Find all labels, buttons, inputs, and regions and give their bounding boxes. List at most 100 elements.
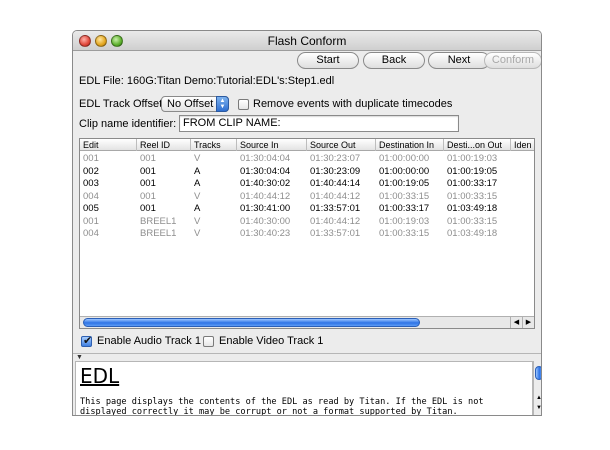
cell-reel-id: BREEL1	[140, 215, 177, 227]
minimize-window-icon[interactable]	[95, 35, 107, 47]
column-header-edit[interactable]: Edit	[80, 139, 137, 151]
cell-tracks: A	[194, 203, 201, 214]
cell-destination-out: 01:00:33:15	[447, 215, 498, 227]
conform-button[interactable]: Conform	[484, 52, 541, 69]
column-header-source-out[interactable]: Source Out	[307, 139, 376, 151]
scroll-right-arrow-icon[interactable]: ▶	[522, 317, 534, 328]
cell-destination-in: 01:00:33:17	[379, 203, 430, 214]
cell-tracks: A	[194, 178, 201, 189]
cell-edit: 001	[83, 153, 99, 164]
cell-edit: 004	[83, 190, 99, 202]
enable-video-label: Enable Video Track 1	[219, 335, 324, 347]
title-bar[interactable]: Flash Conform	[73, 31, 541, 51]
cell-destination-in: 01:00:33:15	[379, 190, 430, 202]
next-button[interactable]: Next	[428, 52, 490, 69]
cell-source-out: 01:40:44:14	[310, 178, 361, 189]
column-header-destination-out[interactable]: Desti...on Out	[444, 139, 511, 151]
cell-destination-out: 01:00:33:17	[447, 178, 498, 189]
cell-tracks: V	[194, 215, 201, 227]
back-button[interactable]: Back	[363, 52, 425, 69]
scroll-left-arrow-icon[interactable]: ◀	[510, 317, 522, 328]
cell-tracks: V	[194, 190, 201, 202]
cell-destination-in: 01:00:00:00	[379, 153, 430, 164]
pane-splitter[interactable]: ▼	[73, 353, 541, 361]
track-offset-label: EDL Track Offset	[79, 98, 163, 110]
cell-destination-out: 01:00:19:05	[447, 165, 498, 177]
enable-video-checkbox[interactable]	[203, 336, 214, 347]
cell-tracks: A	[194, 165, 201, 177]
vertical-scroll-thumb[interactable]	[535, 366, 541, 380]
table-row[interactable]: 003 001 A 01:40:30:02 01:40:44:14 01:00:19:05…	[80, 178, 534, 190]
column-header-destination-in[interactable]: Destination In	[376, 139, 444, 151]
cell-edit: 003	[83, 178, 99, 189]
track-offset-value: No Offset	[167, 98, 214, 110]
table-row[interactable]: 004 001 V 01:40:44:12 01:40:44:12 01:00:33:15…	[80, 191, 534, 203]
cell-reel-id: 001	[140, 190, 156, 202]
enable-audio-label: Enable Audio Track 1	[97, 335, 201, 347]
edl-file-label: EDL File:	[79, 75, 124, 87]
help-text: This page displays the contents of the E…	[80, 397, 484, 416]
help-vertical-scrollbar[interactable]: ▲ ▼	[533, 361, 541, 415]
cell-source-in: 01:40:30:00	[240, 215, 291, 227]
help-pane: EDL This page displays the contents of t…	[75, 361, 533, 416]
cell-edit: 005	[83, 203, 99, 214]
scroll-up-arrow-icon[interactable]: ▲	[534, 395, 541, 401]
help-title: EDL	[80, 364, 120, 388]
cell-source-in: 01:30:41:00	[240, 203, 291, 214]
column-header-reel-id[interactable]: Reel ID	[137, 139, 191, 151]
column-header-tracks[interactable]: Tracks	[191, 139, 237, 151]
track-offset-popup[interactable]: No Offset ▲ ▼	[161, 96, 229, 112]
cell-source-in: 01:30:40:23	[240, 228, 291, 239]
cell-destination-out: 01:00:33:15	[447, 190, 498, 202]
cell-reel-id: BREEL1	[140, 228, 177, 239]
disclosure-triangle-icon[interactable]: ▼	[76, 354, 83, 361]
cell-source-out: 01:30:23:09	[310, 165, 361, 177]
enable-audio-checkbox[interactable]: ✔	[81, 335, 93, 347]
cell-destination-in: 01:00:00:00	[379, 165, 430, 177]
cell-reel-id: 001	[140, 153, 156, 164]
table-row[interactable]: 001 001 V 01:30:04:04 01:30:23:07 01:00:00:00…	[80, 153, 534, 165]
cell-source-in: 01:40:44:12	[240, 190, 291, 202]
cell-source-out: 01:40:44:12	[310, 190, 361, 202]
horizontal-scroll-thumb[interactable]	[83, 318, 420, 327]
scroll-down-arrow-icon[interactable]: ▼	[534, 405, 541, 411]
cell-tracks: V	[194, 228, 201, 239]
cell-source-out: 01:33:57:01	[310, 203, 361, 214]
cell-source-out: 01:30:23:07	[310, 153, 361, 164]
cell-source-out: 01:33:57:01	[310, 228, 361, 239]
checkmark-icon: ✔	[83, 335, 93, 347]
cell-source-in: 01:30:04:04	[240, 153, 291, 164]
table-row[interactable]: 005 001 A 01:30:41:00 01:33:57:01 01:00:33:17…	[80, 203, 534, 215]
cell-source-out: 01:40:44:12	[310, 215, 361, 227]
table-row[interactable]: 004 BREEL1 V 01:30:40:23 01:33:57:01 01:00:33…	[80, 228, 534, 240]
popup-arrows-icon: ▲ ▼	[216, 96, 229, 112]
cell-destination-in: 01:00:33:15	[379, 228, 430, 239]
edl-file-path: 160G:Titan Demo:Tutorial:EDL's:Step1.edl	[126, 75, 335, 87]
column-header-identifier[interactable]: Iden	[511, 139, 534, 151]
cell-destination-in: 01:00:19:03	[379, 215, 430, 227]
cell-destination-out: 01:00:19:03	[447, 153, 498, 164]
cell-edit: 002	[83, 165, 99, 177]
start-button[interactable]: Start	[297, 52, 359, 69]
zoom-window-icon[interactable]	[111, 35, 123, 47]
remove-duplicates-label: Remove events with duplicate timecodes	[253, 98, 453, 110]
flash-conform-window: Flash Conform Start Back Next Conform ED…	[72, 30, 542, 416]
cell-source-in: 01:40:30:02	[240, 178, 291, 189]
cell-reel-id: 001	[140, 165, 156, 177]
cell-destination-in: 01:00:19:05	[379, 178, 430, 189]
table-row[interactable]: 002 001 A 01:30:04:04 01:30:23:09 01:00:00:00…	[80, 166, 534, 178]
edl-events-table: Edit Reel ID Tracks Source In Source Out…	[79, 138, 535, 329]
column-header-source-in[interactable]: Source In	[237, 139, 307, 151]
table-header: Edit Reel ID Tracks Source In Source Out…	[80, 139, 534, 151]
cell-edit: 001	[83, 215, 99, 227]
edl-file-row: EDL File: 160G:Titan Demo:Tutorial:EDL's…	[79, 75, 334, 87]
table-row[interactable]: 001 BREEL1 V 01:40:30:00 01:40:44:12 01:00:19…	[80, 216, 534, 228]
cell-destination-out: 01:03:49:18	[447, 203, 498, 214]
clip-name-label: Clip name identifier:	[79, 118, 177, 130]
cell-source-in: 01:30:04:04	[240, 165, 291, 177]
horizontal-scrollbar[interactable]: ◀ ▶	[80, 316, 534, 328]
remove-duplicates-checkbox[interactable]	[238, 99, 249, 110]
cell-reel-id: 001	[140, 203, 156, 214]
close-window-icon[interactable]	[79, 35, 91, 47]
clip-name-input[interactable]: FROM CLIP NAME:	[179, 115, 459, 132]
